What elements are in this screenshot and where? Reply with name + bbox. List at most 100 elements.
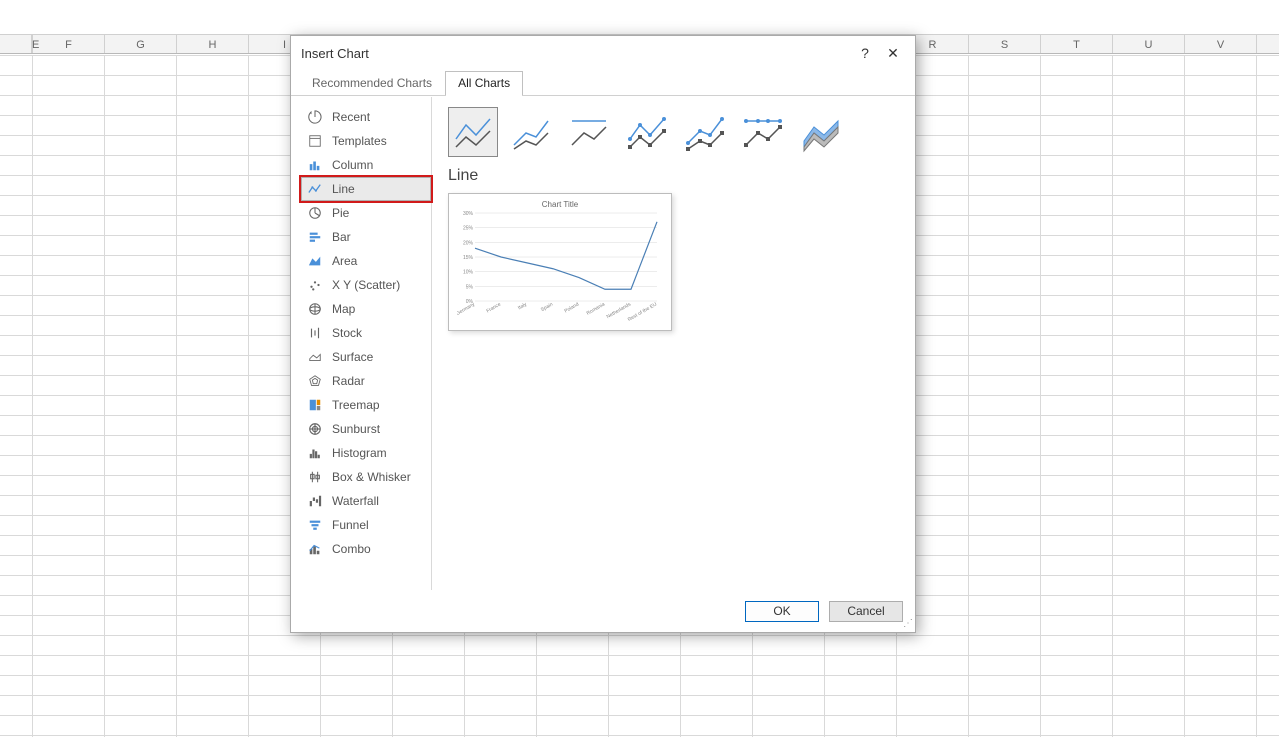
category-stock[interactable]: Stock	[301, 321, 431, 345]
dialog-title: Insert Chart	[301, 46, 851, 61]
svg-text:France: France	[486, 301, 503, 314]
resize-grip[interactable]: ⋰	[903, 620, 913, 630]
category-label: Box & Whisker	[332, 470, 411, 484]
category-label: Waterfall	[332, 494, 379, 508]
category-label: Treemap	[332, 398, 380, 412]
bar-chart-icon	[308, 230, 322, 244]
category-label: Bar	[332, 230, 351, 244]
chart-detail-pane: Line Chart Title 0%5%10%15%20%25%30%Germ…	[432, 97, 915, 590]
svg-text:Poland: Poland	[564, 301, 581, 314]
category-templates[interactable]: Templates	[301, 129, 431, 153]
category-label: Stock	[332, 326, 362, 340]
chart-preview[interactable]: Chart Title 0%5%10%15%20%25%30%GermanyFr…	[448, 193, 672, 331]
waterfall-chart-icon	[308, 494, 322, 508]
category-pie[interactable]: Pie	[301, 201, 431, 225]
cancel-button[interactable]: Cancel	[829, 601, 903, 622]
column-header[interactable]: S	[969, 35, 1041, 53]
subtype-stacked-line-markers[interactable]	[680, 107, 730, 157]
chart-preview-plot: 0%5%10%15%20%25%30%GermanyFranceItalySpa…	[457, 211, 663, 327]
category-label: Area	[332, 254, 357, 268]
subtype-line[interactable]	[448, 107, 498, 157]
chart-subtype-row	[448, 107, 899, 157]
subtype-line-markers[interactable]	[622, 107, 672, 157]
column-chart-icon	[308, 158, 322, 172]
category-label: Radar	[332, 374, 365, 388]
ok-button[interactable]: OK	[745, 601, 819, 622]
svg-text:25%: 25%	[463, 226, 474, 232]
category-histogram[interactable]: Histogram	[301, 441, 431, 465]
category-radar[interactable]: Radar	[301, 369, 431, 393]
category-funnel[interactable]: Funnel	[301, 513, 431, 537]
subtype-3d-line[interactable]	[796, 107, 846, 157]
category-bar[interactable]: Bar	[301, 225, 431, 249]
category-box-whisker[interactable]: Box & Whisker	[301, 465, 431, 489]
category-label: Sunburst	[332, 422, 380, 436]
column-header[interactable]: T	[1041, 35, 1113, 53]
column-header[interactable]: H	[177, 35, 249, 53]
category-column[interactable]: Column	[301, 153, 431, 177]
category-label: Funnel	[332, 518, 369, 532]
category-recent[interactable]: Recent	[301, 105, 431, 129]
insert-chart-dialog: Insert Chart ? ✕ Recommended Charts All …	[290, 35, 916, 633]
category-label: Recent	[332, 110, 370, 124]
category-sunburst[interactable]: Sunburst	[301, 417, 431, 441]
column-header[interactable]: U	[1113, 35, 1185, 53]
radar-chart-icon	[308, 374, 322, 388]
category-line[interactable]: Line	[301, 177, 431, 201]
help-button[interactable]: ?	[851, 42, 879, 64]
category-surface[interactable]: Surface	[301, 345, 431, 369]
subtype-100-stacked-line-markers[interactable]	[738, 107, 788, 157]
chart-preview-title: Chart Title	[457, 200, 663, 209]
combo-chart-icon	[308, 542, 322, 556]
svg-text:30%: 30%	[463, 211, 474, 217]
category-label: Column	[332, 158, 373, 172]
svg-text:10%: 10%	[463, 270, 474, 276]
chart-category-list: Recent Templates Column Line	[291, 97, 432, 590]
stock-chart-icon	[308, 326, 322, 340]
subtype-100-stacked-line[interactable]	[564, 107, 614, 157]
treemap-chart-icon	[308, 398, 322, 412]
dialog-tabs: Recommended Charts All Charts	[291, 70, 915, 96]
surface-chart-icon	[308, 350, 322, 364]
column-header[interactable]: F	[33, 35, 105, 53]
category-scatter[interactable]: X Y (Scatter)	[301, 273, 431, 297]
rowcol-corner[interactable]	[0, 35, 32, 53]
sunburst-chart-icon	[308, 422, 322, 436]
pie-chart-icon	[308, 206, 322, 220]
line-chart-icon	[308, 182, 322, 196]
category-label: Combo	[332, 542, 371, 556]
svg-text:Italy: Italy	[517, 301, 528, 311]
category-label: Map	[332, 302, 355, 316]
svg-text:Spain: Spain	[540, 301, 554, 313]
category-combo[interactable]: Combo	[301, 537, 431, 561]
dialog-titlebar[interactable]: Insert Chart ? ✕	[291, 36, 915, 70]
column-header[interactable]: V	[1185, 35, 1257, 53]
histogram-chart-icon	[308, 446, 322, 460]
subtype-stacked-line[interactable]	[506, 107, 556, 157]
svg-text:5%: 5%	[466, 284, 474, 290]
selected-category-heading: Line	[448, 167, 899, 185]
category-label: Histogram	[332, 446, 387, 460]
close-button[interactable]: ✕	[879, 42, 907, 64]
svg-text:Romania: Romania	[586, 301, 607, 316]
tab-recommended-charts[interactable]: Recommended Charts	[299, 71, 445, 95]
scatter-chart-icon	[308, 278, 322, 292]
recent-icon	[308, 110, 322, 124]
column-header[interactable]: G	[105, 35, 177, 53]
category-area[interactable]: Area	[301, 249, 431, 273]
category-label: Pie	[332, 206, 349, 220]
svg-text:15%: 15%	[463, 255, 474, 261]
tab-all-charts[interactable]: All Charts	[445, 71, 523, 95]
category-label: Line	[332, 182, 355, 196]
category-waterfall[interactable]: Waterfall	[301, 489, 431, 513]
box-whisker-chart-icon	[308, 470, 322, 484]
category-label: Surface	[332, 350, 373, 364]
funnel-chart-icon	[308, 518, 322, 532]
category-label: Templates	[332, 134, 387, 148]
category-map[interactable]: Map	[301, 297, 431, 321]
svg-text:Rest of the EU: Rest of the EU	[627, 301, 658, 323]
dialog-footer: OK Cancel	[291, 590, 915, 632]
svg-text:20%: 20%	[463, 240, 474, 246]
templates-icon	[308, 134, 322, 148]
category-treemap[interactable]: Treemap	[301, 393, 431, 417]
